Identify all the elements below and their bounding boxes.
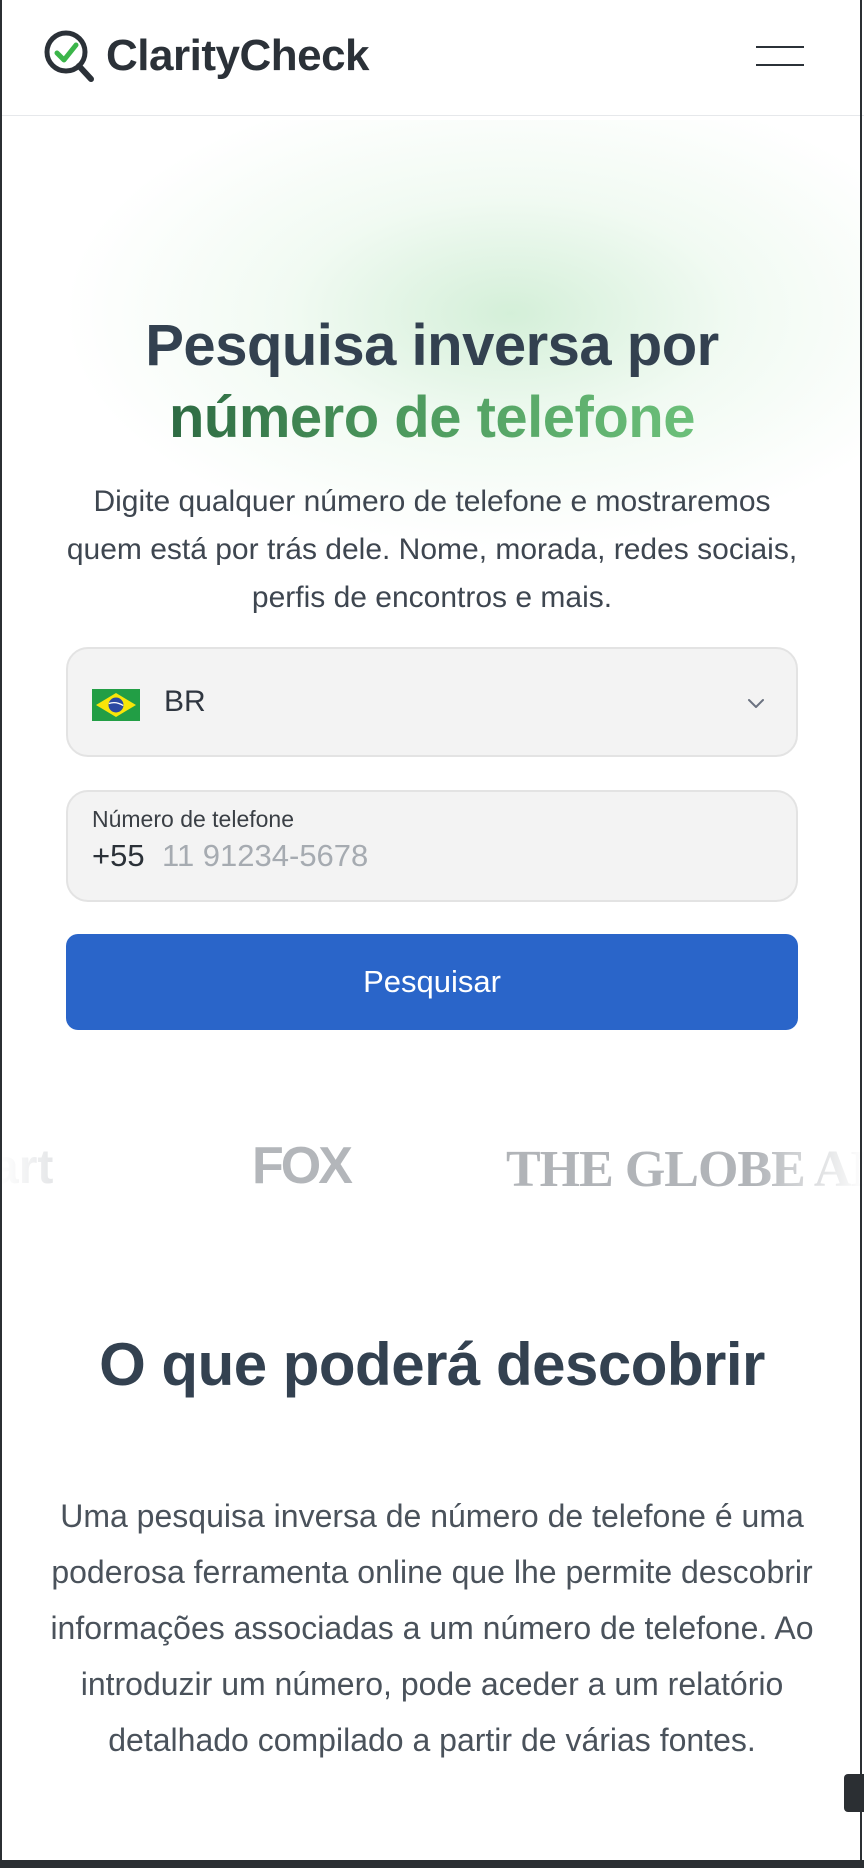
brazil-flag-icon — [92, 689, 140, 721]
press-logos-strip: art FOX THE GLOBE AN — [0, 1130, 864, 1210]
country-code: BR — [164, 685, 206, 718]
menu-button[interactable] — [752, 40, 808, 72]
hero-title: Pesquisa inversa por número de telefone — [40, 310, 824, 454]
phone-prefix: +55 — [92, 838, 145, 873]
logo[interactable]: ClarityCheck — [42, 28, 370, 84]
hero-title-accent: número de telefone — [169, 385, 695, 450]
search-button[interactable]: Pesquisar — [66, 934, 798, 1030]
country-select[interactable]: BR — [66, 647, 798, 757]
bottom-bar — [0, 1860, 864, 1868]
chat-widget-tab[interactable] — [844, 1774, 864, 1812]
magnifier-check-icon — [44, 30, 94, 82]
press-logo-fox: FOX — [252, 1137, 353, 1195]
chevron-down-icon — [748, 699, 764, 708]
phone-input[interactable] — [162, 836, 722, 876]
hamburger-menu-icon — [756, 46, 804, 48]
site-header: ClarityCheck — [0, 0, 864, 116]
fade-left — [0, 1130, 110, 1210]
phone-label: Número de telefone — [92, 806, 295, 832]
fade-right — [754, 1130, 864, 1210]
hero-title-line1: Pesquisa inversa por — [145, 313, 719, 378]
logo-text: ClarityCheck — [106, 31, 370, 80]
section-body: Uma pesquisa inversa de número de telefo… — [50, 1498, 814, 1758]
phone-field[interactable]: Número de telefone +55 — [66, 790, 798, 902]
hero-subtitle: Digite qualquer número de telefone e mos… — [66, 485, 798, 614]
hamburger-menu-icon-line — [756, 64, 804, 66]
section-title: O que poderá descobrir — [99, 1331, 765, 1398]
